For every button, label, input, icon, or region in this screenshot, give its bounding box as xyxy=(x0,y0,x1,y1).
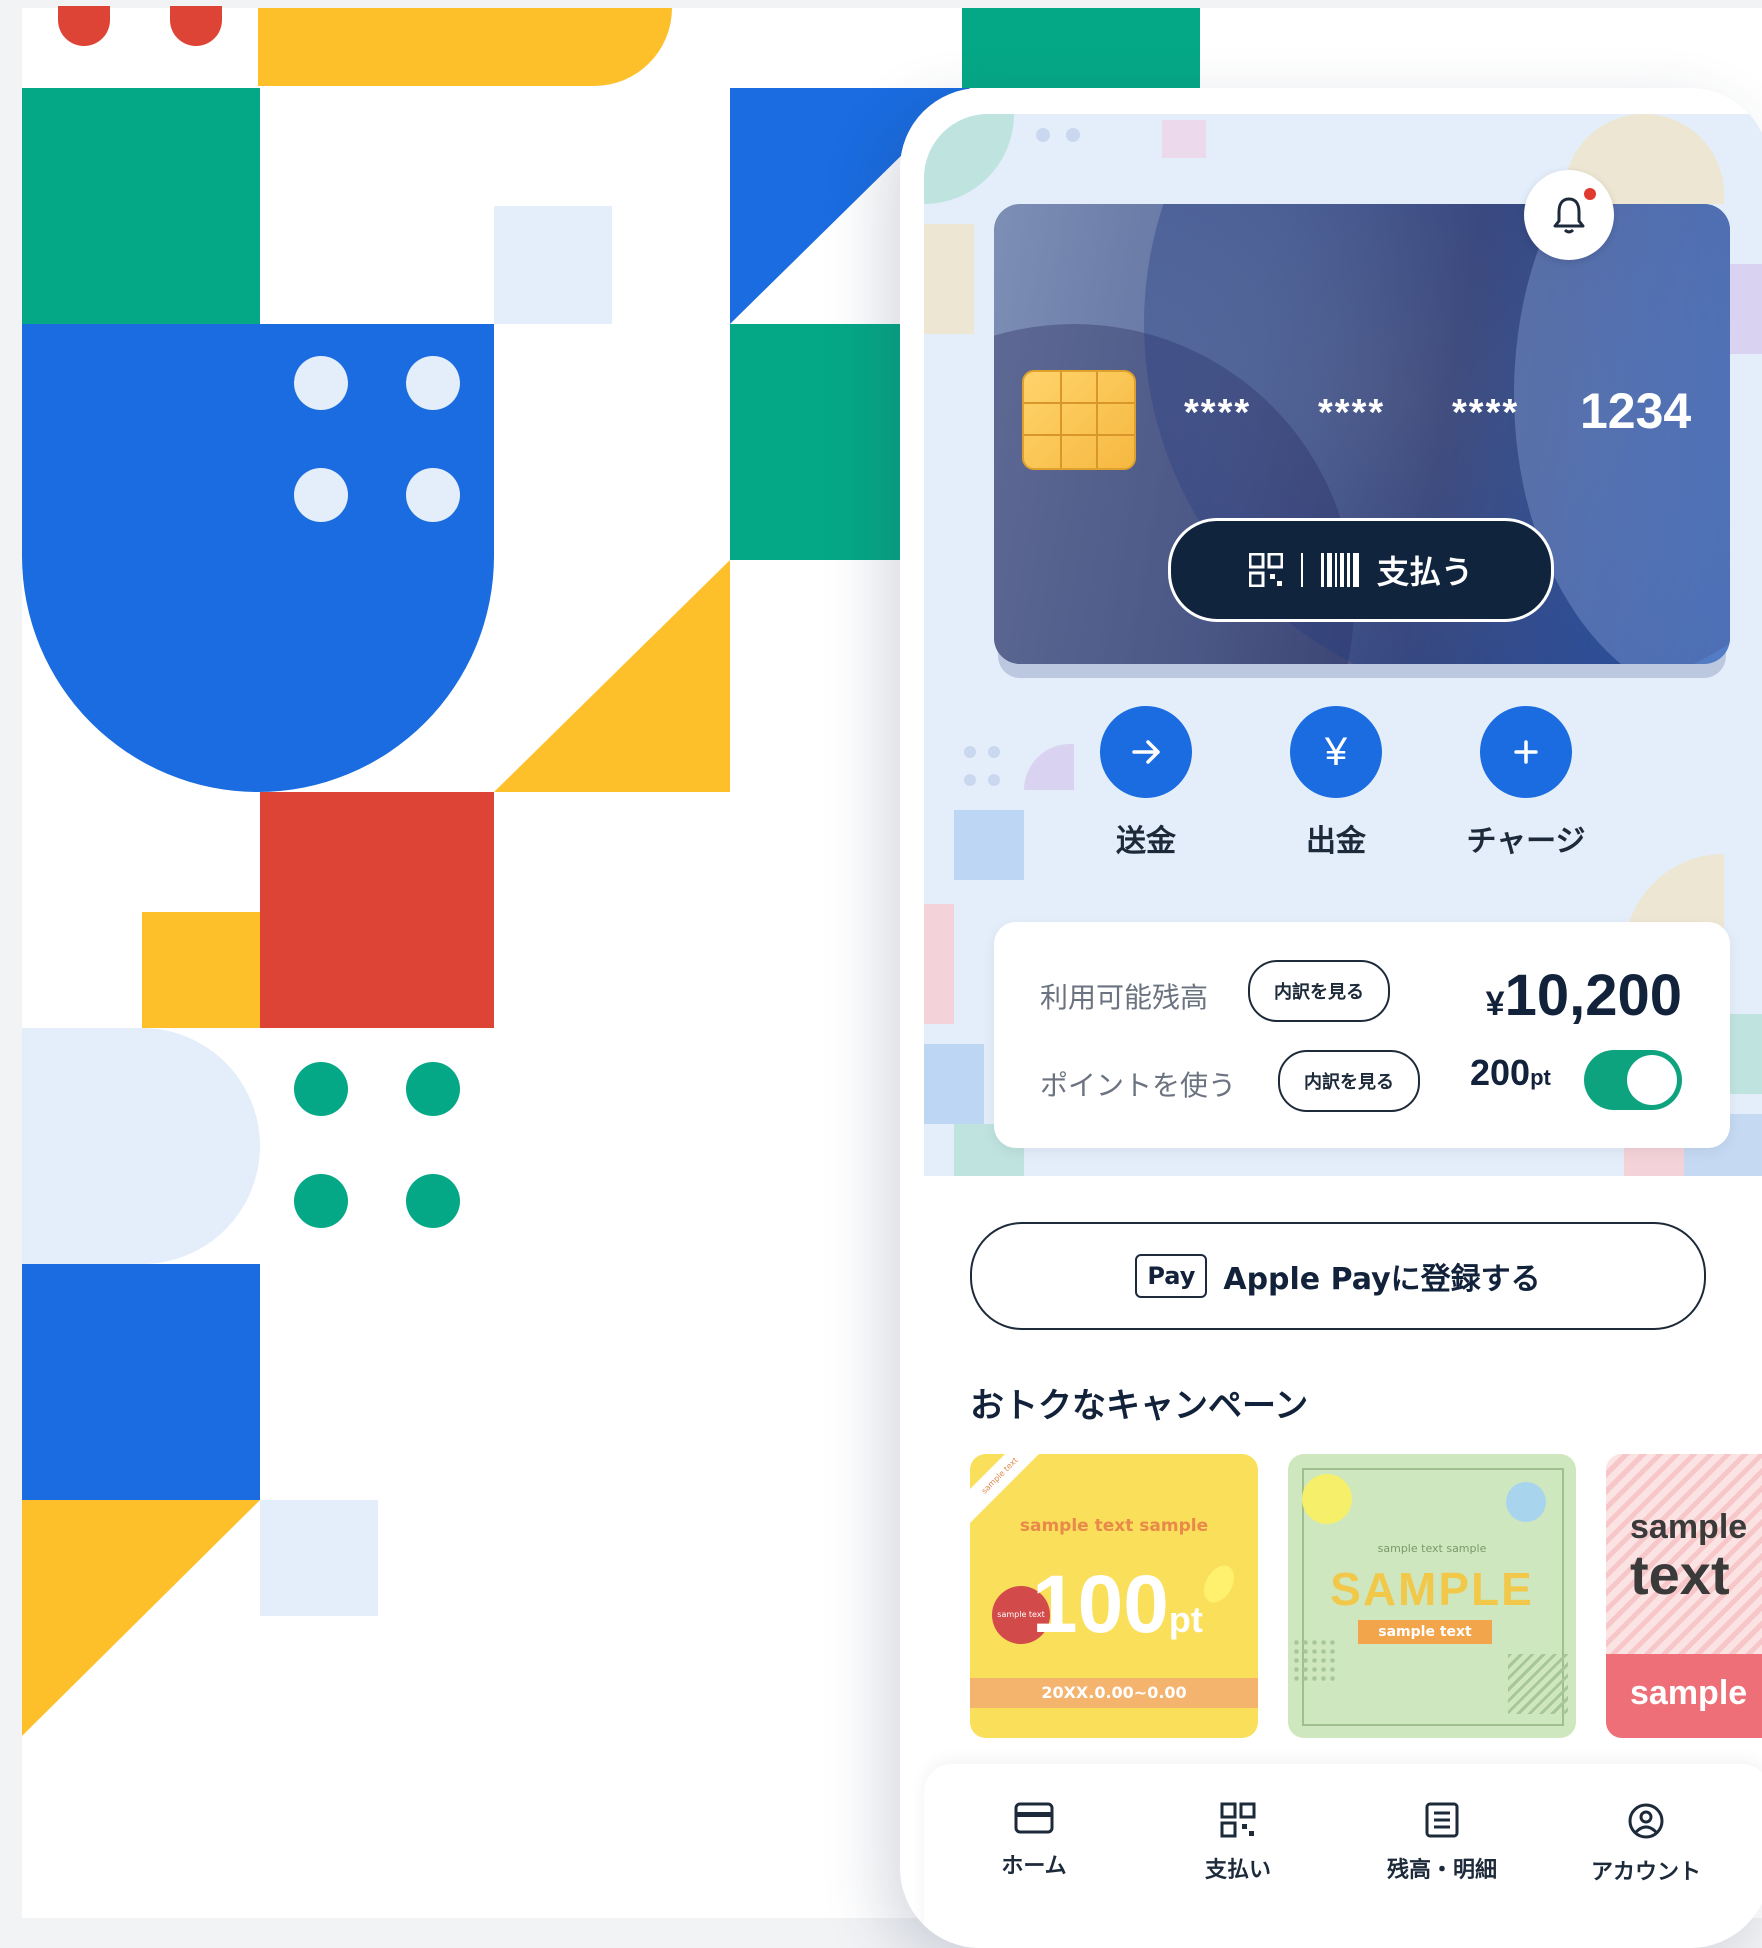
balance-panel: 利用可能残高 内訳を見る ¥10,200 ポイントを使う 内訳を見る 200pt xyxy=(994,922,1730,1148)
points-breakdown-button[interactable]: 内訳を見る xyxy=(1278,1050,1420,1112)
decor-shape xyxy=(924,114,1014,204)
campaign-period: 20XX.0.00~0.00 xyxy=(970,1678,1258,1708)
campaign-card[interactable]: sample text sample SAMPLE sample text xyxy=(1288,1454,1576,1738)
decor-dot xyxy=(964,746,976,758)
green-block xyxy=(962,8,1200,88)
bell-icon xyxy=(1553,197,1585,234)
campaign-card[interactable]: sample text sample xyxy=(1606,1454,1762,1738)
use-points-label: ポイントを使う xyxy=(1040,1069,1237,1102)
stage: **** **** **** 1234 支払う 送金 ¥ 出金 チャージ 利用可… xyxy=(0,0,1762,1948)
wallet-header-area: **** **** **** 1234 支払う 送金 ¥ 出金 チャージ 利用可… xyxy=(924,114,1762,1176)
decor-dot xyxy=(964,774,976,786)
withdraw-button[interactable]: ¥ 出金 xyxy=(1246,706,1426,860)
light-dot xyxy=(406,356,460,410)
send-label: 送金 xyxy=(1116,824,1176,859)
nav-pay[interactable]: 支払い xyxy=(1138,1802,1338,1884)
plus-icon xyxy=(1514,740,1538,764)
decor-dot xyxy=(988,746,1000,758)
send-money-button[interactable]: 送金 xyxy=(1056,706,1236,860)
blue-block xyxy=(22,1264,260,1500)
phone-mockup: **** **** **** 1234 支払う 送金 ¥ 出金 チャージ 利用可… xyxy=(900,88,1762,1948)
decor-shape xyxy=(954,810,1024,880)
green-dot xyxy=(406,1062,460,1116)
pay-button-label: 支払う xyxy=(1376,553,1473,591)
charge-button[interactable]: チャージ xyxy=(1436,706,1616,860)
card-chip-icon xyxy=(1022,370,1136,470)
red-square xyxy=(260,792,494,1028)
yellow-triangle xyxy=(22,1500,260,1736)
card-masked-digits: **** xyxy=(1452,392,1520,434)
apple-pay-label: Apple Payに登録する xyxy=(1223,1262,1541,1297)
barcode-icon xyxy=(1320,553,1359,587)
arrow-right-icon xyxy=(1132,740,1160,764)
yellow-square xyxy=(142,912,260,1028)
user-account-icon xyxy=(1628,1803,1664,1839)
green-block xyxy=(22,88,260,324)
pay-button[interactable]: 支払う xyxy=(1168,518,1554,622)
decor-shape xyxy=(924,904,954,1024)
light-dot xyxy=(406,468,460,522)
available-balance-label: 利用可能残高 xyxy=(1040,981,1209,1014)
pale-square xyxy=(260,1500,378,1616)
nav-home[interactable]: ホーム xyxy=(934,1802,1134,1880)
yen-icon: ¥ xyxy=(1324,729,1348,774)
pale-square xyxy=(494,206,612,324)
campaign-card[interactable]: sample text sample text sample sample te… xyxy=(970,1454,1258,1738)
decor-shape xyxy=(924,224,974,334)
nav-account[interactable]: アカウント xyxy=(1546,1802,1746,1886)
balance-amount: ¥10,200 xyxy=(1485,963,1682,1028)
campaign-section-title: おトクなキャンペーン xyxy=(970,1386,1309,1426)
list-document-icon xyxy=(1425,1802,1459,1838)
pale-half-circle xyxy=(22,1028,260,1264)
decor-dot xyxy=(1036,128,1050,142)
use-points-toggle[interactable] xyxy=(1584,1050,1682,1110)
yellow-arc xyxy=(258,8,672,86)
card-icon xyxy=(1014,1802,1054,1834)
decor-shape xyxy=(924,1044,984,1124)
light-dot xyxy=(294,356,348,410)
notification-bell-button[interactable] xyxy=(1524,170,1614,260)
decor-dot xyxy=(1066,128,1080,142)
green-dot xyxy=(294,1062,348,1116)
card-masked-digits: **** xyxy=(1318,392,1386,434)
green-dot xyxy=(294,1174,348,1228)
bottom-nav: ホーム 支払い 残高・明細 アカウント xyxy=(924,1764,1762,1948)
yellow-triangle xyxy=(494,560,730,792)
apple-pay-register-button[interactable]: Pay Apple Payに登録する xyxy=(970,1222,1706,1330)
green-dot xyxy=(406,1174,460,1228)
decor-dot xyxy=(988,774,1000,786)
card-last-four: 1234 xyxy=(1580,383,1692,439)
nav-statement[interactable]: 残高・明細 xyxy=(1342,1802,1542,1884)
points-value: 200pt xyxy=(1470,1052,1551,1093)
balance-breakdown-button[interactable]: 内訳を見る xyxy=(1248,960,1390,1022)
card-masked-digits: **** xyxy=(1184,392,1252,434)
payment-card[interactable]: **** **** **** 1234 支払う xyxy=(994,204,1730,664)
withdraw-label: 出金 xyxy=(1306,824,1366,859)
apple-pay-badge: Pay xyxy=(1135,1254,1208,1298)
light-dot xyxy=(294,468,348,522)
decor-shape xyxy=(1162,120,1206,158)
notification-dot xyxy=(1584,188,1596,200)
qr-code-icon xyxy=(1220,1802,1256,1838)
qr-code-icon xyxy=(1248,553,1283,587)
charge-label: チャージ xyxy=(1466,824,1586,859)
